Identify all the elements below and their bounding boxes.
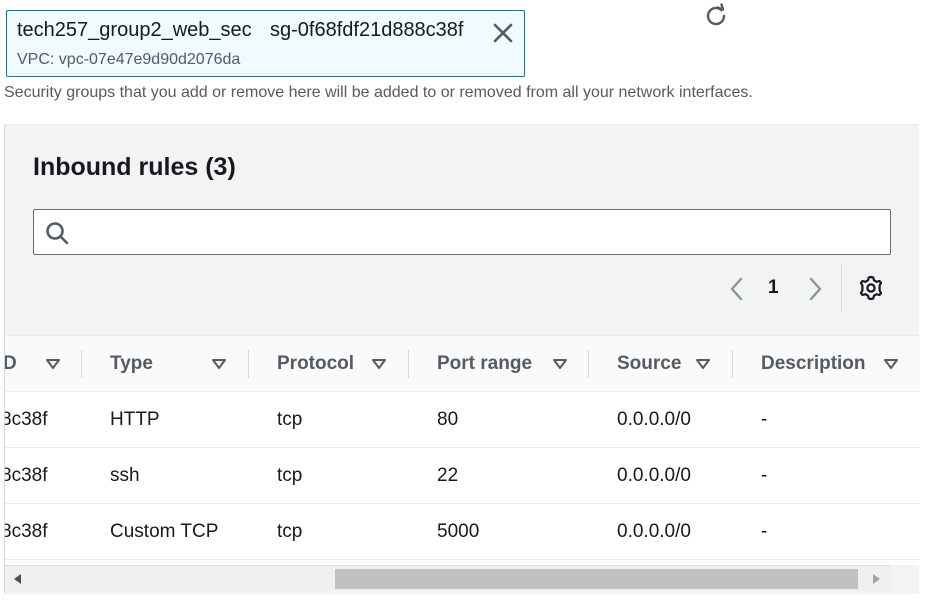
cell-port-range: 22: [437, 465, 459, 486]
cell-rule-id: 8c38f: [5, 521, 48, 542]
sort-down-icon[interactable]: [211, 356, 227, 372]
column-divider: [81, 350, 82, 378]
inbound-rules-title: Inbound rules (3): [33, 153, 236, 181]
sort-down-icon[interactable]: [45, 356, 61, 372]
column-divider: [732, 350, 733, 378]
sort-down-icon[interactable]: [552, 356, 568, 372]
table-row[interactable]: 8c38f HTTP tcp 80 0.0.0.0/0 -: [5, 392, 920, 448]
pagination-divider: [841, 265, 842, 311]
search-icon: [46, 222, 69, 245]
column-divider: [408, 350, 409, 378]
security-group-id: sg-0f68fdf21d888c38f: [270, 19, 464, 41]
security-group-name: tech257_group2_web_sec: [17, 19, 252, 41]
cell-protocol: tcp: [277, 521, 303, 542]
column-header-source[interactable]: Source: [617, 336, 681, 392]
refresh-icon[interactable]: [702, 2, 730, 30]
sort-down-icon[interactable]: [371, 356, 387, 372]
selected-security-group-token: tech257_group2_web_sec sg-0f68fdf21d888c…: [6, 10, 525, 77]
cell-source: 0.0.0.0/0: [617, 521, 691, 542]
sort-down-icon[interactable]: [695, 356, 711, 372]
column-header-id: D: [5, 336, 17, 392]
close-icon[interactable]: [491, 21, 515, 45]
table-row[interactable]: 8c38f Custom TCP tcp 5000 0.0.0.0/0 -: [5, 504, 920, 560]
cell-type: ssh: [110, 465, 140, 486]
horizontal-scrollbar[interactable]: [5, 565, 890, 591]
page-number[interactable]: 1: [768, 277, 779, 299]
column-header-port-range[interactable]: Port range: [437, 336, 532, 392]
chevron-left-icon[interactable]: [725, 275, 747, 303]
cell-protocol: tcp: [277, 409, 303, 430]
column-divider: [248, 350, 249, 378]
search-box[interactable]: [33, 209, 891, 255]
cell-type: HTTP: [110, 409, 160, 430]
cell-port-range: 80: [437, 409, 459, 430]
cell-source: 0.0.0.0/0: [617, 409, 691, 430]
helper-text: Security groups that you add or remove h…: [4, 84, 753, 101]
scrollbar-thumb[interactable]: [335, 569, 858, 589]
column-header-description[interactable]: Description: [761, 336, 866, 392]
cell-description: -: [761, 409, 768, 430]
scroll-left-icon[interactable]: [11, 572, 25, 586]
column-divider: [588, 350, 589, 378]
security-group-vpc: VPC: vpc-07e47e9d90d2076da: [17, 51, 241, 68]
column-header-type[interactable]: Type: [110, 336, 153, 392]
inbound-rules-panel: Inbound rules (3) 1 D Type Protocol: [4, 124, 920, 594]
cell-rule-id: 8c38f: [5, 465, 48, 486]
cell-protocol: tcp: [277, 465, 303, 486]
chevron-right-icon[interactable]: [805, 275, 827, 303]
table-row[interactable]: 8c38f ssh tcp 22 0.0.0.0/0 -: [5, 448, 920, 504]
cell-description: -: [761, 521, 768, 542]
cell-description: -: [761, 465, 768, 486]
gear-icon[interactable]: [857, 274, 885, 302]
cell-type: Custom TCP: [110, 521, 219, 542]
sort-down-icon[interactable]: [883, 356, 899, 372]
cell-rule-id: 8c38f: [5, 409, 48, 430]
inbound-rules-table: D Type Protocol Port range Source Descri…: [5, 335, 920, 565]
column-header-protocol[interactable]: Protocol: [277, 336, 354, 392]
cell-source: 0.0.0.0/0: [617, 465, 691, 486]
search-input[interactable]: [78, 216, 878, 248]
table-header: D Type Protocol Port range Source Descri…: [5, 336, 920, 392]
cell-port-range: 5000: [437, 521, 480, 542]
scroll-right-icon[interactable]: [869, 572, 883, 586]
